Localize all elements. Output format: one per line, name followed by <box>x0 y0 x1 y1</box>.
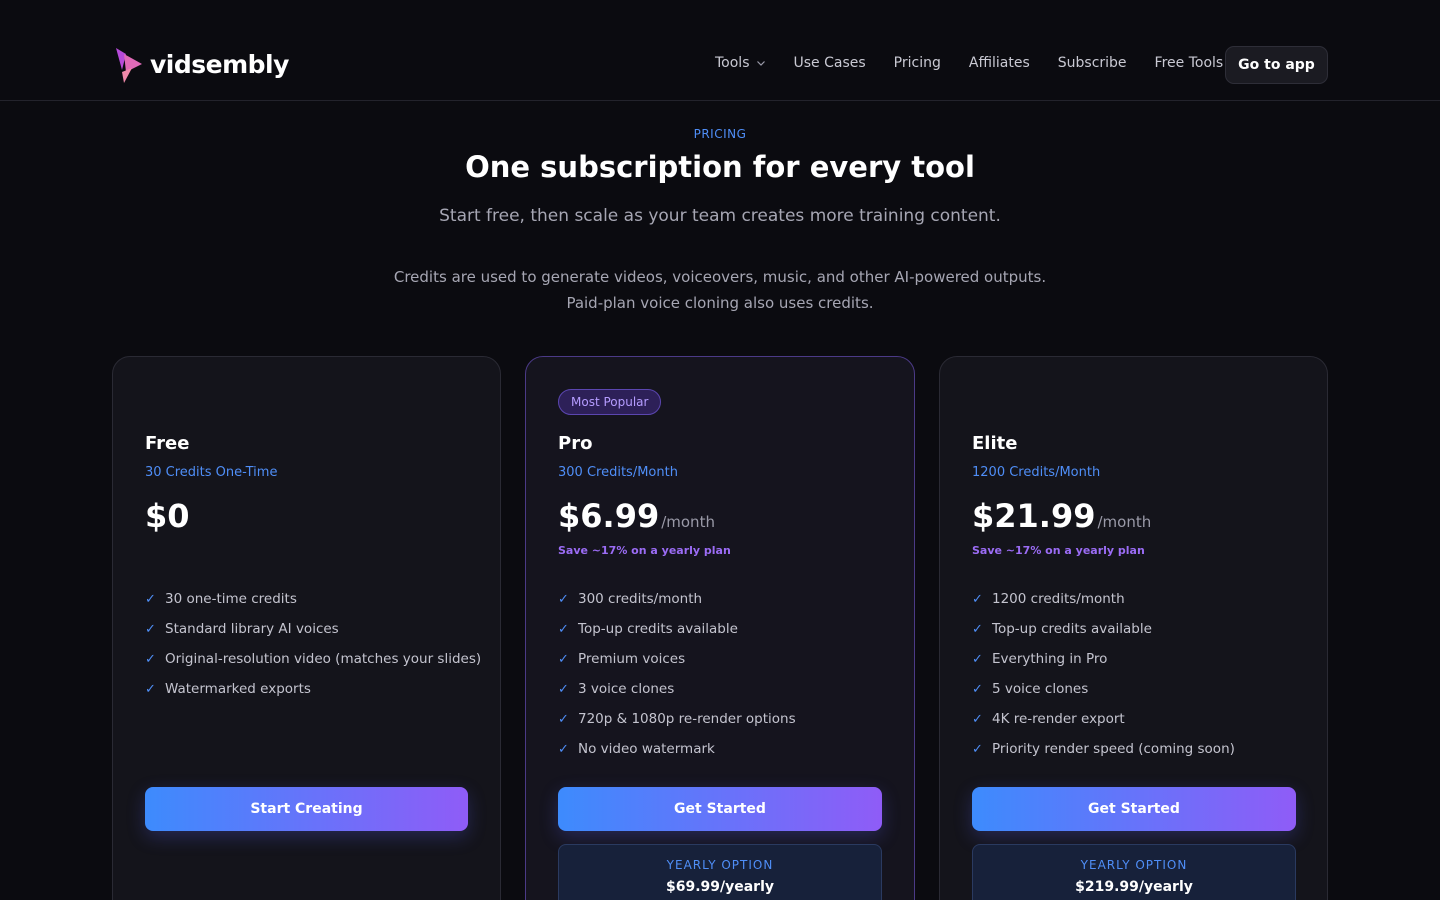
plan-card-pro: Most Popular Pro 300 Credits/Month $6.99… <box>525 356 915 900</box>
plan-period: /month <box>1097 513 1152 531</box>
feature-item: ✓ 1200 credits/month <box>972 584 1235 614</box>
logo[interactable]: vidsembly <box>112 46 289 84</box>
yearly-option-label: YEARLY OPTION <box>666 858 774 872</box>
feature-item: ✓ Premium voices <box>558 644 796 674</box>
feature-label: 4K re-render export <box>992 711 1125 727</box>
plan-price: $0 <box>145 497 190 535</box>
feature-label: 1200 credits/month <box>992 591 1125 607</box>
yearly-savings-note: Save ~17% on a yearly plan <box>558 544 731 557</box>
feature-label: 30 one-time credits <box>165 591 297 607</box>
logo-mark-icon <box>116 48 142 83</box>
check-icon: ✓ <box>558 651 569 667</box>
page-title: One subscription for every tool <box>465 150 975 184</box>
feature-label: Top-up credits available <box>578 621 738 637</box>
yearly-option-label: YEARLY OPTION <box>1080 858 1188 872</box>
check-icon: ✓ <box>558 621 569 637</box>
feature-label: No video watermark <box>578 741 715 757</box>
check-icon: ✓ <box>558 711 569 727</box>
check-icon: ✓ <box>972 651 983 667</box>
yearly-option-price: $219.99/yearly <box>1075 879 1193 895</box>
feature-label: Top-up credits available <box>992 621 1152 637</box>
check-icon: ✓ <box>558 591 569 607</box>
nav-pricing[interactable]: Pricing <box>894 55 941 71</box>
price-row: $21.99 /month <box>972 497 1151 535</box>
feature-item: ✓ 5 voice clones <box>972 674 1235 704</box>
feature-item: ✓ Standard library AI voices <box>145 614 481 644</box>
page-subtitle: Start free, then scale as your team crea… <box>439 206 1001 226</box>
most-popular-badge: Most Popular <box>558 389 662 415</box>
feature-item: ✓ Watermarked exports <box>145 674 481 704</box>
get-started-button[interactable]: Get Started <box>972 787 1296 831</box>
nav-tools[interactable]: Tools <box>715 55 766 71</box>
plan-card-elite: Elite 1200 Credits/Month $21.99 /month S… <box>939 356 1328 900</box>
check-icon: ✓ <box>558 681 569 697</box>
check-icon: ✓ <box>145 651 156 667</box>
feature-label: Premium voices <box>578 651 686 667</box>
price-row: $6.99 /month <box>558 497 715 535</box>
plan-name: Elite <box>972 433 1018 454</box>
nav-tools-label: Tools <box>715 55 750 71</box>
check-icon: ✓ <box>972 741 983 757</box>
nav-subscribe[interactable]: Subscribe <box>1058 55 1127 71</box>
feature-item: ✓ Priority render speed (coming soon) <box>972 734 1235 764</box>
check-icon: ✓ <box>145 591 156 607</box>
yearly-option-price: $69.99/yearly <box>665 879 775 895</box>
plan-name: Free <box>145 433 190 454</box>
nav-use-cases[interactable]: Use Cases <box>794 55 866 71</box>
check-icon: ✓ <box>145 621 156 637</box>
nav-free-tools[interactable]: Free Tools <box>1155 55 1224 71</box>
feature-item: ✓ Original-resolution video (matches your… <box>145 644 481 674</box>
feature-label: 720p & 1080p re-render options <box>578 711 796 727</box>
feature-label: Original-resolution video (matches your … <box>165 651 482 667</box>
feature-item: ✓ Top-up credits available <box>558 614 796 644</box>
feature-label: Watermarked exports <box>165 681 311 697</box>
start-creating-button[interactable]: Start Creating <box>145 787 468 831</box>
check-icon: ✓ <box>558 741 569 757</box>
chevron-down-icon <box>756 61 765 66</box>
feature-item: ✓ 720p & 1080p re-render options <box>558 704 796 734</box>
feature-item: ✓ 30 one-time credits <box>145 584 481 614</box>
plan-period: /month <box>661 513 715 531</box>
get-started-button[interactable]: Get Started <box>558 787 882 831</box>
plan-credits: 1200 Credits/Month <box>972 465 1101 480</box>
feature-item: ✓ 300 credits/month <box>558 584 796 614</box>
plan-credits: 300 Credits/Month <box>558 465 678 480</box>
feature-label: 300 credits/month <box>578 591 703 607</box>
check-icon: ✓ <box>972 711 983 727</box>
feature-label: Priority render speed (coming soon) <box>992 741 1235 757</box>
site-header: vidsembly Tools Use Cases Pricing Affili… <box>0 0 1440 101</box>
logo-text: vidsembly <box>150 49 289 79</box>
feature-label: Everything in Pro <box>992 651 1108 667</box>
feature-list: ✓ 300 credits/month ✓ Top-up credits avail… <box>558 584 796 764</box>
check-icon: ✓ <box>145 681 156 697</box>
plan-price: $6.99 <box>558 497 660 535</box>
nav-affiliates[interactable]: Affiliates <box>969 55 1030 71</box>
feature-label: 5 voice clones <box>992 681 1089 697</box>
feature-item: ✓ Everything in Pro <box>972 644 1235 674</box>
plan-credits: 30 Credits One-Time <box>145 465 278 480</box>
yearly-savings-note: Save ~17% on a yearly plan <box>972 544 1145 557</box>
check-icon: ✓ <box>972 591 983 607</box>
feature-list: ✓ 30 one-time credits ✓ Standard library A… <box>145 584 481 704</box>
feature-item: ✓ No video watermark <box>558 734 796 764</box>
feature-item: ✓ 4K re-render export <box>972 704 1235 734</box>
go-to-app-button[interactable]: Go to app <box>1225 46 1328 84</box>
check-icon: ✓ <box>972 681 983 697</box>
feature-list: ✓ 1200 credits/month ✓ Top-up credits avai… <box>972 584 1235 764</box>
plan-card-free: Free 30 Credits One-Time $0 ✓ 30 one-time… <box>112 356 501 900</box>
yearly-option[interactable]: YEARLY OPTION $219.99/yearly <box>972 844 1296 900</box>
credits-note: Credits are used to generate videos, voi… <box>393 268 1047 312</box>
feature-label: 3 voice clones <box>578 681 675 697</box>
main-nav: Tools Use Cases Pricing Affiliates Subsc… <box>715 55 1251 71</box>
feature-item: ✓ Top-up credits available <box>972 614 1235 644</box>
price-row: $0 <box>145 497 190 535</box>
feature-label: Standard library AI voices <box>165 621 339 637</box>
check-icon: ✓ <box>972 621 983 637</box>
yearly-option[interactable]: YEARLY OPTION $69.99/yearly <box>558 844 882 900</box>
plan-name: Pro <box>558 433 593 454</box>
plan-price: $21.99 <box>972 497 1096 535</box>
section-eyebrow: PRICING <box>693 127 747 141</box>
feature-item: ✓ 3 voice clones <box>558 674 796 704</box>
